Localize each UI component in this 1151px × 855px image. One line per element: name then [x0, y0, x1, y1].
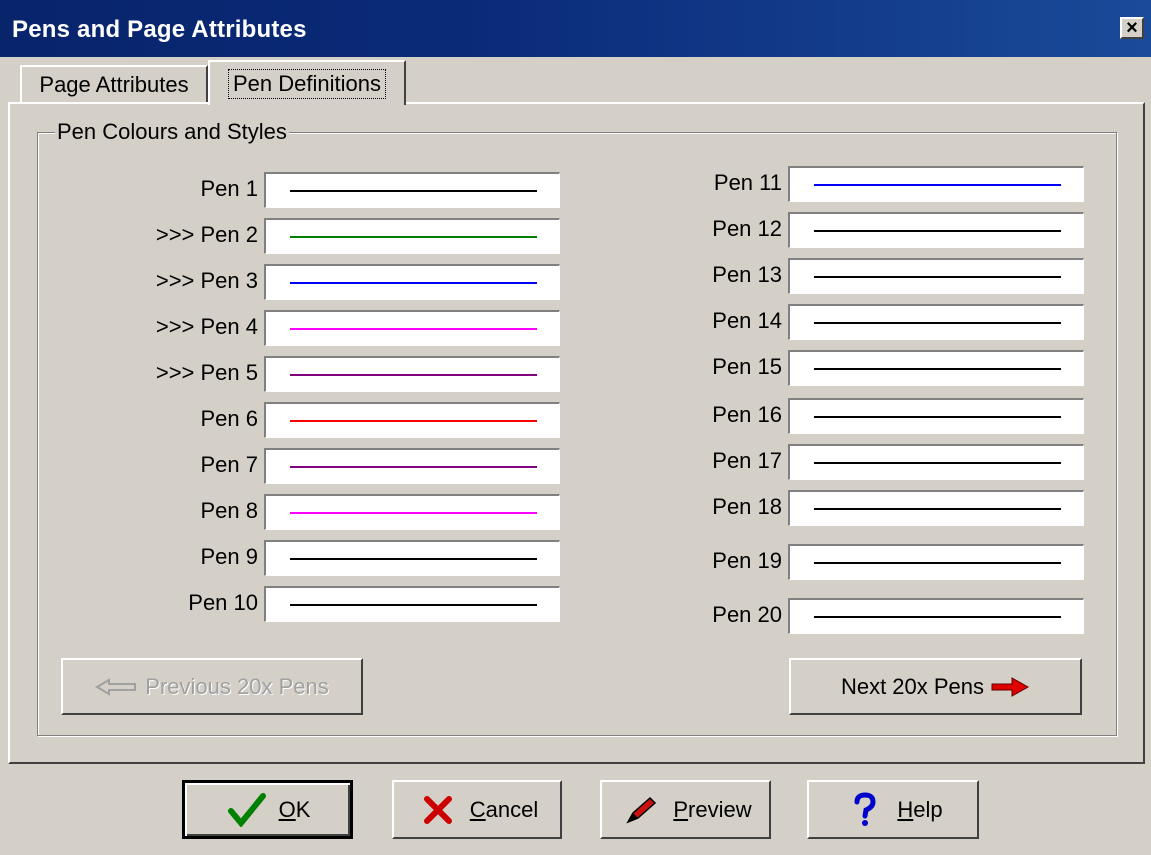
help-label: Help [897, 796, 943, 822]
pen-style-box[interactable] [788, 212, 1084, 248]
pen-line-sample [290, 328, 537, 330]
tab-panel: Pen Colours and Styles Pen 1 >>> Pen 2 >>>… [8, 102, 1145, 764]
pen-line-sample [290, 604, 537, 606]
pen-label: Pen 12 [712, 216, 782, 241]
pen-label: Pen 11 [713, 170, 782, 195]
checkmark-icon [225, 792, 269, 827]
pen-style-box[interactable] [788, 398, 1084, 434]
pen-style-box[interactable] [788, 544, 1084, 580]
pen-label: Pen 16 [712, 402, 782, 427]
previous-pens-label: Previous 20x Pens [145, 673, 329, 699]
pen-style-box[interactable] [264, 218, 560, 254]
pen-label: Pen 15 [712, 354, 782, 379]
pen-style-box[interactable] [788, 490, 1084, 526]
pen-style-box[interactable] [264, 356, 560, 392]
pen-line-sample [814, 416, 1061, 418]
pen-style-box[interactable] [264, 402, 560, 438]
pen-line-sample [814, 462, 1061, 464]
pen-label: >>> Pen 4 [155, 314, 258, 339]
pen-style-box[interactable] [264, 494, 560, 530]
pen-line-sample [290, 420, 537, 422]
pen-line-sample [814, 276, 1061, 278]
pen-style-box[interactable] [264, 540, 560, 576]
title-bar: Pens and Page Attributes × [0, 0, 1151, 57]
tab-page-attributes[interactable]: Page Attributes [20, 65, 208, 103]
left-arrow-icon [95, 677, 137, 696]
close-icon: × [1126, 17, 1138, 39]
pen-line-sample [814, 616, 1061, 618]
pen-label: Pen 17 [712, 448, 782, 473]
pen-line-sample [814, 230, 1061, 232]
pen-line-sample [290, 512, 537, 514]
previous-pens-button[interactable]: Previous 20x Pens [61, 658, 363, 715]
help-button[interactable]: Help [807, 780, 979, 839]
pen-line-sample [814, 184, 1061, 186]
pen-style-box[interactable] [788, 598, 1084, 634]
next-pens-label: Next 20x Pens [840, 673, 985, 699]
pen-label: Pen 14 [712, 308, 782, 333]
window-title: Pens and Page Attributes [12, 16, 307, 43]
pencil-icon [619, 795, 663, 825]
pen-style-box[interactable] [264, 172, 560, 208]
pen-line-sample [290, 558, 537, 560]
pen-style-box[interactable] [788, 444, 1084, 480]
pen-label: Pen 8 [200, 498, 259, 523]
pen-line-sample [814, 322, 1061, 324]
cancel-label: Cancel [469, 796, 539, 822]
pen-label: Pen 7 [200, 452, 259, 477]
question-icon [843, 791, 887, 828]
pen-label: >>> Pen 2 [155, 222, 258, 247]
x-icon [416, 795, 460, 825]
pen-label: Pen 13 [712, 262, 782, 287]
pen-style-box[interactable] [788, 304, 1084, 340]
pen-line-sample [290, 374, 537, 376]
ok-button[interactable]: OK [182, 780, 353, 839]
tab-page-attributes-label: Page Attributes [39, 72, 189, 97]
pen-line-sample [290, 190, 537, 192]
pen-style-box[interactable] [264, 310, 560, 346]
pen-label: >>> Pen 3 [155, 268, 258, 293]
pen-style-box[interactable] [788, 166, 1084, 202]
tab-pen-definitions[interactable]: Pen Definitions [208, 60, 406, 105]
tab-pen-definitions-label: Pen Definitions [228, 68, 386, 99]
pen-line-sample [814, 562, 1061, 564]
pen-style-box[interactable] [264, 586, 560, 622]
pen-label: Pen 9 [200, 544, 259, 569]
ok-label: OK [278, 796, 311, 822]
right-arrow-icon [991, 676, 1030, 697]
preview-label: Preview [673, 796, 752, 822]
pen-line-sample [814, 508, 1061, 510]
close-button[interactable]: × [1120, 17, 1144, 39]
pen-style-box[interactable] [788, 350, 1084, 386]
pen-line-sample [290, 236, 537, 238]
group-legend: Pen Colours and Styles [55, 119, 289, 145]
pen-label: Pen 20 [712, 602, 782, 627]
pen-line-sample [814, 368, 1061, 370]
pen-style-box[interactable] [264, 264, 560, 300]
pen-line-sample [290, 466, 537, 468]
pen-style-box[interactable] [264, 448, 560, 484]
cancel-button[interactable]: Cancel [392, 780, 562, 839]
pen-line-sample [290, 282, 537, 284]
next-pens-button[interactable]: Next 20x Pens [789, 658, 1082, 715]
pen-label: Pen 6 [200, 406, 259, 431]
preview-button[interactable]: Preview [600, 780, 771, 839]
pen-label: >>> Pen 5 [155, 360, 258, 385]
pen-label: Pen 19 [712, 548, 782, 573]
pen-label: Pen 1 [200, 176, 259, 201]
pen-label: Pen 10 [188, 590, 258, 615]
pen-label: Pen 18 [712, 494, 782, 519]
pen-style-box[interactable] [788, 258, 1084, 294]
